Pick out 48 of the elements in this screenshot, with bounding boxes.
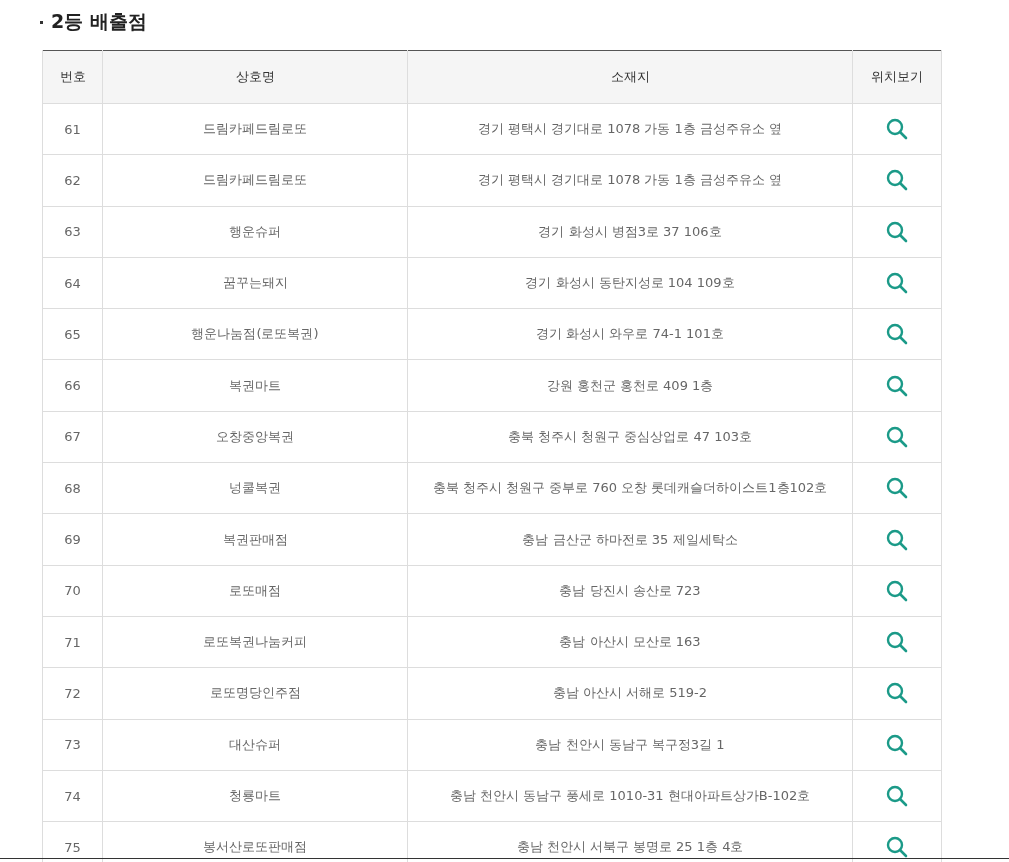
table-cell: 충남 당진시 송산로 723	[407, 565, 853, 617]
table-cell: 64	[42, 257, 103, 309]
table-cell: 73	[42, 719, 103, 771]
table-cell: 65	[42, 308, 103, 360]
section-title: 2등 배출점	[40, 8, 1009, 36]
table-cell: 경기 화성시 와우로 74-1 101호	[407, 308, 853, 360]
table-cell: 행운나눔점(로또복권)	[102, 308, 408, 360]
table-cell: 69	[42, 513, 103, 566]
table-cell: 꿈꾸는돼지	[102, 257, 408, 309]
table-cell: 강원 홍천군 홍천로 409 1층	[407, 360, 853, 412]
table-cell: 62	[42, 154, 103, 207]
table-cell: 로또매점	[102, 565, 408, 617]
table-cell: 충남 천안시 동남구 복구정3길 1	[407, 719, 853, 771]
column-header: 위치보기	[852, 50, 942, 104]
table-cell: 충북 청주시 청원구 중부로 760 오창 롯데캐슬더하이스트1층102호	[407, 462, 853, 514]
table-cell: 67	[42, 411, 103, 463]
table-cell: 복권마트	[102, 360, 408, 412]
table-cell: 드림카페드림로또	[102, 154, 408, 207]
table-cell: 61	[42, 103, 103, 155]
table-cell: 경기 화성시 병점3로 37 106호	[407, 206, 853, 258]
table-cell: 71	[42, 616, 103, 668]
table-cell: 로또명당인주점	[102, 667, 408, 720]
table-cell: 드림카페드림로또	[102, 103, 408, 155]
table-cell: 63	[42, 206, 103, 258]
table-cell: 경기 평택시 경기대로 1078 가동 1층 금성주유소 옆	[407, 154, 853, 207]
table-cell: 74	[42, 770, 103, 822]
table-cell: 72	[42, 667, 103, 720]
table-cell: 충남 천안시 동남구 풍세로 1010-31 현대아파트상가B-102호	[407, 770, 853, 822]
table-cell: 오창중앙복권	[102, 411, 408, 463]
column-header: 소재지	[407, 50, 853, 104]
table-cell: 충남 아산시 서해로 519-2	[407, 667, 853, 720]
table-cell: 대산슈퍼	[102, 719, 408, 771]
table-cell: 넝쿨복권	[102, 462, 408, 514]
table-cell: 66	[42, 360, 103, 412]
table-cell: 경기 화성시 동탄지성로 104 109호	[407, 257, 853, 309]
table-cell: 복권판매점	[102, 513, 408, 566]
column-header: 상호명	[102, 50, 408, 104]
table-cell: 68	[42, 462, 103, 514]
table-cell: 행운슈퍼	[102, 206, 408, 258]
table-cell: 70	[42, 565, 103, 617]
column-header: 번호	[42, 50, 103, 104]
table-cell: 충남 아산시 모산로 163	[407, 616, 853, 668]
table-cell: 충북 청주시 청원구 중심상업로 47 103호	[407, 411, 853, 463]
table-cell: 청룡마트	[102, 770, 408, 822]
search-icon[interactable]	[886, 836, 908, 859]
table-cell: 경기 평택시 경기대로 1078 가동 1층 금성주유소 옆	[407, 103, 853, 155]
table-cell: 충남 금산군 하마전로 35 제일세탁소	[407, 513, 853, 566]
table-cell: 로또복권나눔커피	[102, 616, 408, 668]
